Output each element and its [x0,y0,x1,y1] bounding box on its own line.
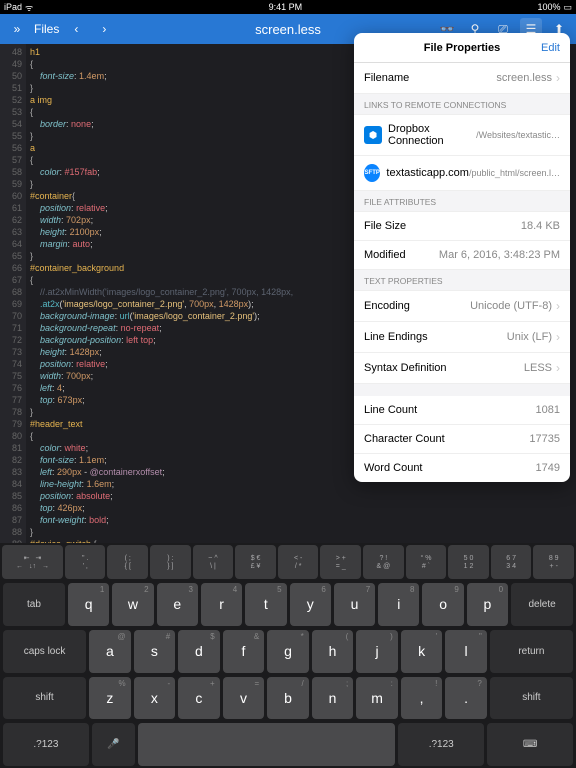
nums-key[interactable]: .?123 [3,723,89,766]
modified-row: ModifiedMar 6, 2016, 3:48:23 PM [354,241,570,270]
key-z[interactable]: z% [89,677,131,720]
sym-group[interactable]: 5 01 2 [448,545,489,579]
edit-button[interactable]: Edit [541,42,560,54]
cursor-keys[interactable]: ⇤⇥←↓↑→ [2,545,63,579]
text-section-header: TEXT PROPERTIES [354,270,570,291]
key-,[interactable]: ,! [401,677,443,720]
key-h[interactable]: h( [312,630,354,673]
filename-row[interactable]: Filenamescreen.less› [354,63,570,94]
key-a[interactable]: a@ [89,630,131,673]
key-s[interactable]: s# [134,630,176,673]
document-title: screen.less [255,22,321,37]
panel-header: File Properties Edit [354,33,570,63]
sym-group[interactable]: > += _ [320,545,361,579]
key-n[interactable]: n; [312,677,354,720]
key-q[interactable]: q1 [68,583,109,626]
key-g[interactable]: g* [267,630,309,673]
back-icon[interactable]: ‹ [65,18,87,40]
key-.[interactable]: .? [445,677,487,720]
key-m[interactable]: m: [356,677,398,720]
key-i[interactable]: i8 [378,583,419,626]
key-j[interactable]: j) [356,630,398,673]
symbol-row: ⇤⇥←↓↑→ " .' , ( ;{ [ ) :} ] ~ ^\ | $ €£ … [0,543,576,581]
key-r[interactable]: r4 [201,583,242,626]
sym-group[interactable]: ( ;{ [ [107,545,148,579]
syntax-row[interactable]: Syntax DefinitionLESS› [354,353,570,384]
key-e[interactable]: e3 [157,583,198,626]
forward-icon[interactable]: › [93,18,115,40]
key-u[interactable]: u7 [334,583,375,626]
charcount-row: Character Count17735 [354,425,570,454]
nums-key[interactable]: .?123 [398,723,484,766]
sym-group[interactable]: 6 73 4 [491,545,532,579]
key-f[interactable]: f& [223,630,265,673]
wordcount-row: Word Count1749 [354,454,570,482]
dropbox-row[interactable]: ⬢ Dropbox Connection/Websites/textastic… [354,115,570,156]
line-gutter: 4849505152535455565758596061626364656667… [0,44,26,543]
key-y[interactable]: y6 [290,583,331,626]
keyboard: ⇤⇥←↓↑→ " .' , ( ;{ [ ) :} ] ~ ^\ | $ €£ … [0,543,576,768]
sym-group[interactable]: ? !& @ [363,545,404,579]
key-d[interactable]: d$ [178,630,220,673]
encoding-row[interactable]: EncodingUnicode (UTF-8)› [354,291,570,322]
key-c[interactable]: c+ [178,677,220,720]
capslock-key[interactable]: caps lock [3,630,86,673]
sftp-icon: SFTP [364,164,380,182]
hide-keyboard-key[interactable]: ⌨ [487,723,573,766]
space-key[interactable] [138,723,396,766]
sym-group[interactable]: ~ ^\ | [193,545,234,579]
file-properties-panel: File Properties Edit Filenamescreen.less… [354,33,570,482]
return-key[interactable]: return [490,630,573,673]
key-t[interactable]: t5 [245,583,286,626]
links-section-header: LINKS TO REMOTE CONNECTIONS [354,94,570,115]
dropbox-icon: ⬢ [364,126,382,144]
key-v[interactable]: v= [223,677,265,720]
key-w[interactable]: w2 [112,583,153,626]
delete-key[interactable]: delete [511,583,573,626]
filesize-row: File Size18.4 KB [354,212,570,241]
key-b[interactable]: b/ [267,677,309,720]
status-bar: iPadᯤ 9:41 PM 100%▭ [0,0,576,14]
key-x[interactable]: x- [134,677,176,720]
key-k[interactable]: k' [401,630,443,673]
lineendings-row[interactable]: Line EndingsUnix (LF)› [354,322,570,353]
menu-icon[interactable]: » [6,18,28,40]
files-button[interactable]: Files [34,22,59,36]
key-l[interactable]: l" [445,630,487,673]
key-p[interactable]: p0 [467,583,508,626]
shift-key[interactable]: shift [490,677,573,720]
key-o[interactable]: o9 [422,583,463,626]
sym-group[interactable]: 8 9+ - [533,545,574,579]
sftp-row[interactable]: SFTP textasticapp.com/public_html/screen… [354,156,570,191]
sym-group[interactable]: < -/ * [278,545,319,579]
sym-group[interactable]: ) :} ] [150,545,191,579]
sym-group[interactable]: " .' , [65,545,106,579]
mic-key[interactable]: 🎤 [92,723,135,766]
linecount-row: Line Count1081 [354,396,570,425]
tab-key[interactable]: tab [3,583,65,626]
sym-group[interactable]: $ €£ ¥ [235,545,276,579]
shift-key[interactable]: shift [3,677,86,720]
sym-group[interactable]: ° %# ` [406,545,447,579]
attr-section-header: FILE ATTRIBUTES [354,191,570,212]
